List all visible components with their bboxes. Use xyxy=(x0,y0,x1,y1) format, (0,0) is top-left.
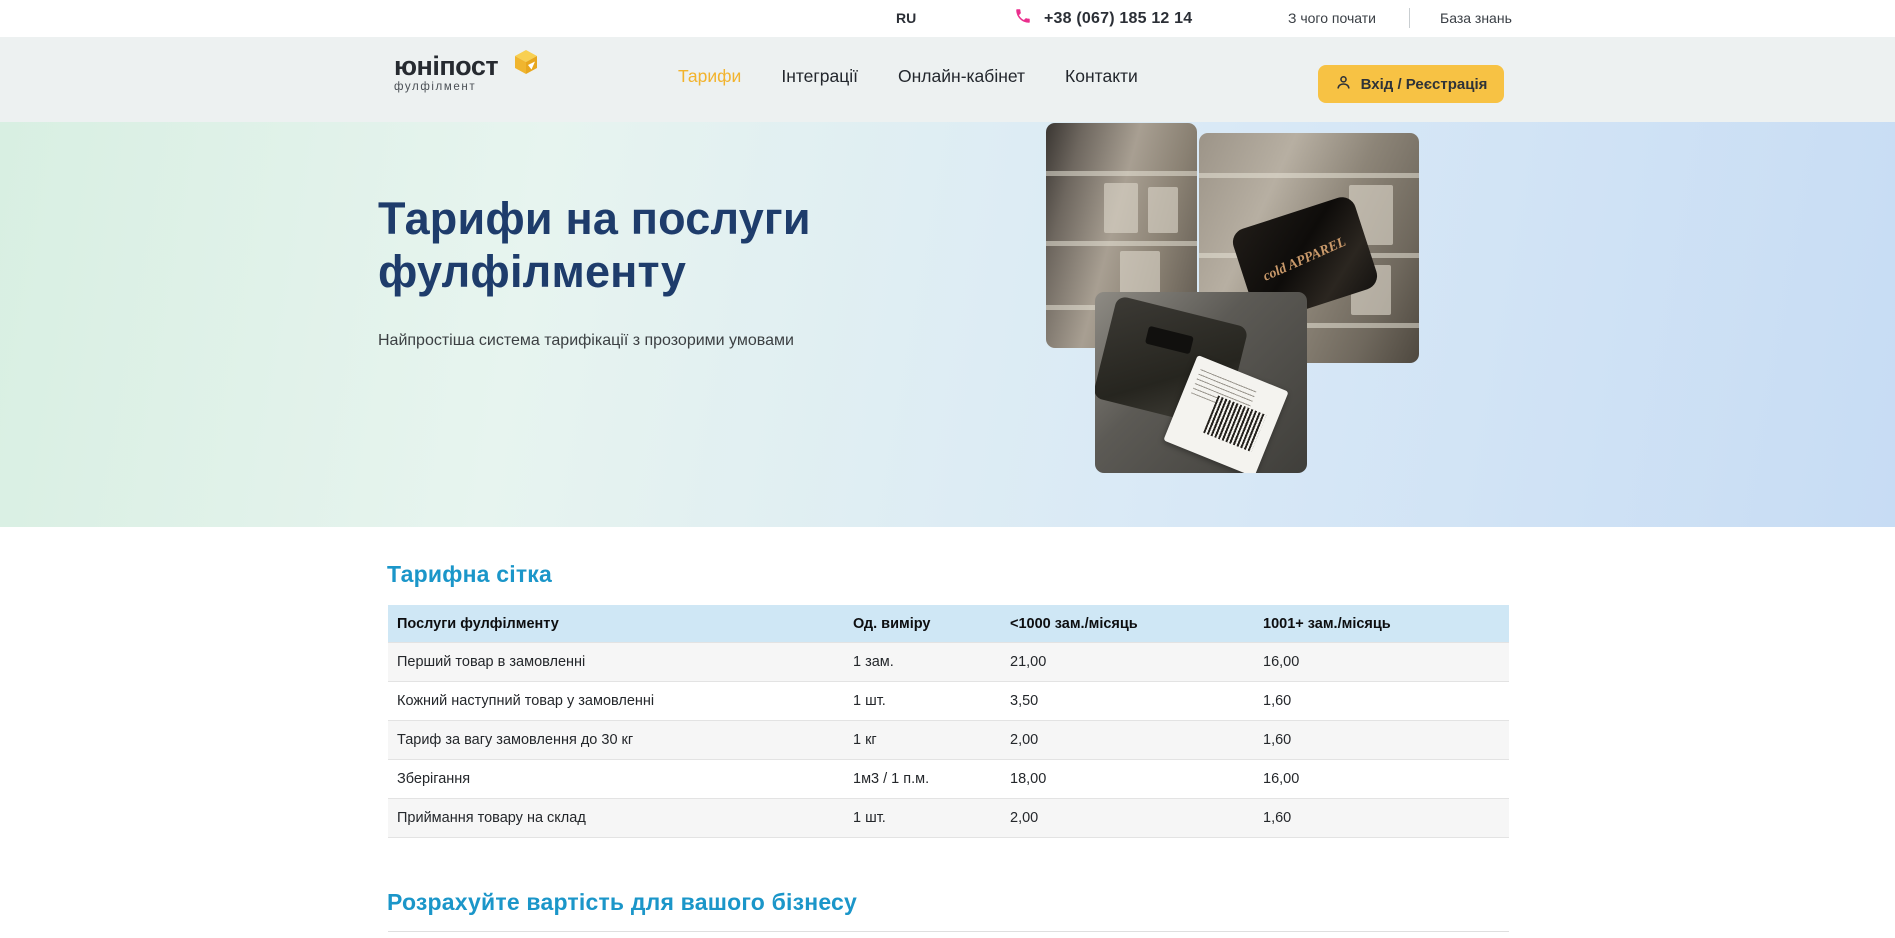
column-header-unit: Од. виміру xyxy=(853,616,1010,632)
page-title: Тарифи на послуги фулфілменту xyxy=(378,192,878,298)
phone-number: +38 (067) 185 12 14 xyxy=(1044,10,1192,28)
table-row: Кожний наступний товар у замовленні 1 шт… xyxy=(388,681,1509,720)
unit-cell: 1 кг xyxy=(853,732,1010,748)
unit-cell: 1 шт. xyxy=(853,810,1010,826)
printer-panel xyxy=(1145,326,1194,355)
topbar-divider xyxy=(1409,8,1410,28)
price-cell: 1,60 xyxy=(1263,810,1509,826)
price-cell: 2,00 xyxy=(1010,732,1263,748)
unit-cell: 1 зам. xyxy=(853,654,1010,670)
shelf-line xyxy=(1046,241,1197,246)
shelf-box xyxy=(1104,183,1138,233)
price-cell: 21,00 xyxy=(1010,654,1263,670)
service-cell: Кожний наступний товар у замовленні xyxy=(388,693,853,709)
price-cell: 18,00 xyxy=(1010,771,1263,787)
service-cell: Зберігання xyxy=(388,771,853,787)
price-cell: 16,00 xyxy=(1263,654,1509,670)
phone-link[interactable]: +38 (067) 185 12 14 xyxy=(1014,7,1192,30)
column-header-under-1000: <1000 зам./місяць xyxy=(1010,616,1263,632)
site-header: юніпост фулфілмент Тарифи Інтеграції Онл… xyxy=(0,37,1895,122)
shelf-box xyxy=(1148,187,1178,233)
table-row: Зберігання 1м3 / 1 п.м. 18,00 16,00 xyxy=(388,759,1509,798)
service-cell: Перший товар в замовленні xyxy=(388,654,853,670)
link-knowledge-base[interactable]: База знань xyxy=(1440,10,1512,26)
content-section: Тарифна сітка Послуги фулфілменту Од. ви… xyxy=(0,527,1895,938)
price-cell: 3,50 xyxy=(1010,693,1263,709)
price-cell: 1,60 xyxy=(1263,732,1509,748)
package-brand-text: cold APPAREL xyxy=(1261,234,1348,284)
shelf-line xyxy=(1199,173,1419,178)
logo-cube-icon xyxy=(513,49,539,75)
page-subtitle: Найпростіша система тарифікації з прозор… xyxy=(378,332,794,350)
link-getting-started[interactable]: З чого почати xyxy=(1288,10,1376,26)
price-cell: 1,60 xyxy=(1263,693,1509,709)
service-cell: Приймання товару на склад xyxy=(388,810,853,826)
shelf-box xyxy=(1120,251,1160,297)
language-switcher[interactable]: RU xyxy=(896,10,916,26)
nav-tariffs[interactable]: Тарифи xyxy=(678,66,741,87)
table-row: Приймання товару на склад 1 шт. 2,00 1,6… xyxy=(388,798,1509,837)
top-bar: RU +38 (067) 185 12 14 З чого почати Баз… xyxy=(0,0,1895,37)
pricing-table: Послуги фулфілменту Од. виміру <1000 зам… xyxy=(388,605,1509,838)
section-divider xyxy=(388,931,1509,932)
nav-contacts[interactable]: Контакти xyxy=(1065,66,1138,87)
service-cell: Тариф за вагу замовлення до 30 кг xyxy=(388,732,853,748)
calculator-heading: Розрахуйте вартість для вашого бізнесу xyxy=(387,889,857,916)
logo[interactable]: юніпост фулфілмент xyxy=(394,51,544,107)
column-header-service: Послуги фулфілменту xyxy=(388,616,853,632)
hero-photo-label-printer xyxy=(1095,292,1307,473)
nav-online-cabinet[interactable]: Онлайн-кабінет xyxy=(898,66,1025,87)
table-row: Тариф за вагу замовлення до 30 кг 1 кг 2… xyxy=(388,720,1509,759)
price-cell: 2,00 xyxy=(1010,810,1263,826)
shelf-line xyxy=(1046,171,1197,176)
logo-subtitle: фулфілмент xyxy=(394,81,544,93)
user-icon xyxy=(1335,74,1352,95)
page: RU +38 (067) 185 12 14 З чого почати Баз… xyxy=(0,0,1895,938)
pricing-grid-heading: Тарифна сітка xyxy=(387,561,552,588)
phone-icon xyxy=(1014,7,1032,30)
hero-section: Тарифи на послуги фулфілменту Найпростіш… xyxy=(0,122,1895,527)
main-nav: Тарифи Інтеграції Онлайн-кабінет Контакт… xyxy=(678,66,1138,87)
unit-cell: 1 шт. xyxy=(853,693,1010,709)
unit-cell: 1м3 / 1 п.м. xyxy=(853,771,1010,787)
table-row: Перший товар в замовленні 1 зам. 21,00 1… xyxy=(388,642,1509,681)
barcode xyxy=(1203,396,1266,453)
nav-integrations[interactable]: Інтеграції xyxy=(781,66,858,87)
price-cell: 16,00 xyxy=(1263,771,1509,787)
table-header-row: Послуги фулфілменту Од. виміру <1000 зам… xyxy=(388,605,1509,642)
column-header-over-1001: 1001+ зам./місяць xyxy=(1263,616,1509,632)
login-register-button[interactable]: Вхід / Реєстрація xyxy=(1318,65,1504,103)
login-button-label: Вхід / Реєстрація xyxy=(1361,76,1488,93)
